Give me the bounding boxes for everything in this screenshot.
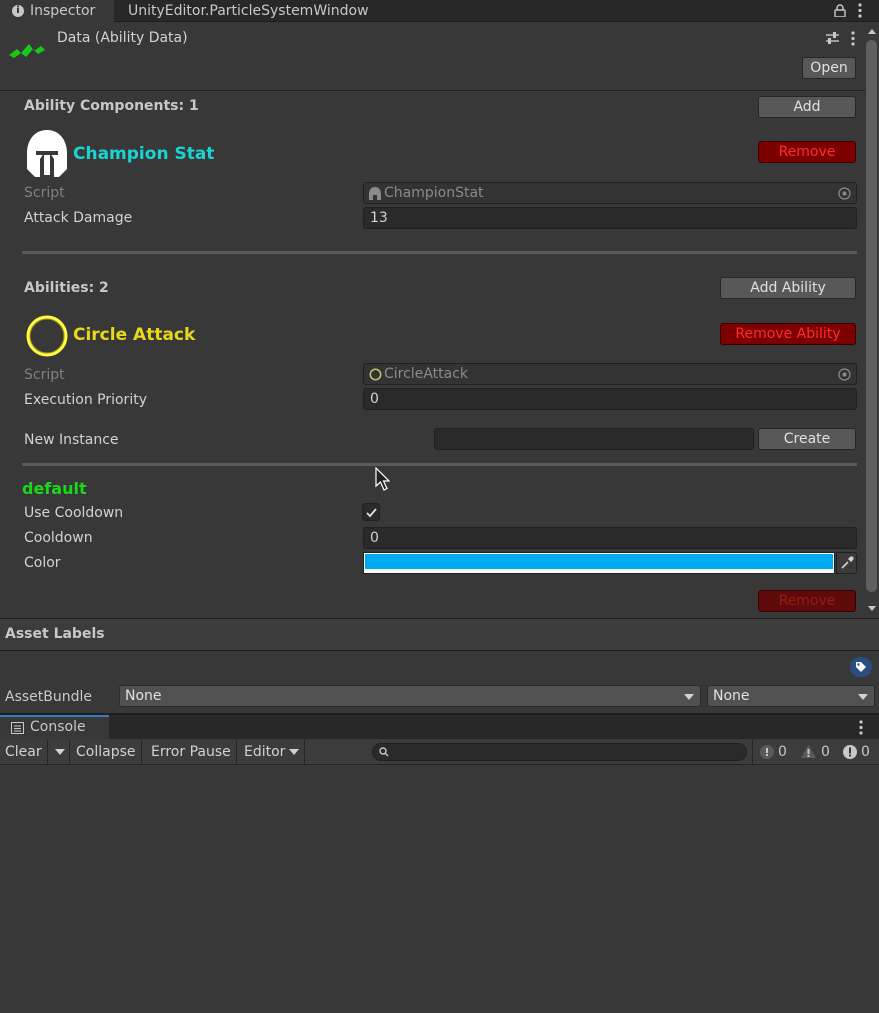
tab-particle-system-window[interactable]: UnityEditor.ParticleSystemWindow bbox=[128, 0, 378, 22]
eyedropper-button[interactable] bbox=[836, 552, 857, 574]
open-button[interactable]: Open bbox=[802, 57, 856, 79]
error-icon bbox=[843, 745, 857, 759]
info-count: 0 bbox=[778, 744, 787, 760]
ability-name: Circle Attack bbox=[73, 325, 196, 345]
console-search-input[interactable] bbox=[372, 743, 747, 761]
tab-inspector-label: Inspector bbox=[30, 3, 96, 19]
ability-script-label: Script bbox=[24, 367, 65, 383]
info-toggle[interactable]: 0 bbox=[752, 740, 792, 764]
kebab-menu-icon[interactable] bbox=[851, 31, 855, 46]
chevron-down-icon bbox=[55, 749, 65, 755]
execution-priority-label: Execution Priority bbox=[24, 392, 147, 408]
tab-console[interactable]: Console bbox=[0, 715, 109, 739]
console-icon bbox=[11, 722, 24, 734]
remove-ability-button[interactable]: Remove Ability bbox=[720, 323, 856, 345]
asset-labels-header[interactable] bbox=[0, 619, 879, 650]
asset-labels-header-divider bbox=[0, 650, 879, 651]
component-script-label: Script bbox=[24, 185, 65, 201]
info-icon: i bbox=[12, 5, 24, 17]
ability-data-icon bbox=[9, 44, 45, 58]
chevron-down-icon bbox=[289, 749, 299, 755]
add-ability-button[interactable]: Add Ability bbox=[720, 277, 856, 299]
scroll-up-icon[interactable] bbox=[867, 27, 877, 35]
warning-toggle[interactable]: 0 bbox=[794, 740, 834, 764]
inspector-tab-bar: i Inspector UnityEditor.ParticleSystemWi… bbox=[0, 0, 879, 22]
console-tab-label: Console bbox=[30, 719, 86, 735]
component-script-field[interactable]: ChampionStat bbox=[363, 182, 857, 204]
error-count: 0 bbox=[861, 744, 870, 760]
warning-count: 0 bbox=[821, 744, 830, 760]
abilities-heading: Abilities: 2 bbox=[24, 280, 109, 296]
header-divider bbox=[0, 90, 865, 91]
color-label: Color bbox=[24, 555, 61, 571]
mouse-cursor-icon bbox=[375, 467, 390, 491]
scrollbar-thumb[interactable] bbox=[866, 40, 877, 592]
collapse-button[interactable]: Collapse bbox=[71, 740, 142, 764]
editor-label: Editor bbox=[244, 744, 286, 760]
attack-damage-label: Attack Damage bbox=[24, 210, 133, 226]
tab-inspector[interactable]: i Inspector bbox=[0, 0, 114, 22]
section-separator bbox=[22, 251, 857, 254]
clear-options-button[interactable] bbox=[50, 740, 70, 764]
assetbundle-dropdown[interactable]: None bbox=[119, 685, 701, 707]
kebab-menu-icon[interactable] bbox=[859, 720, 863, 735]
new-instance-label: New Instance bbox=[24, 432, 119, 448]
lock-icon[interactable] bbox=[834, 4, 846, 17]
scroll-down-icon[interactable] bbox=[867, 605, 877, 613]
ring-icon bbox=[26, 315, 68, 357]
color-swatch bbox=[365, 554, 833, 569]
chevron-down-icon bbox=[858, 694, 868, 700]
tag-icon[interactable] bbox=[850, 657, 872, 677]
cooldown-field[interactable]: 0 bbox=[363, 527, 857, 549]
clear-button[interactable]: Clear bbox=[0, 740, 48, 764]
object-picker-icon[interactable] bbox=[838, 187, 851, 200]
chevron-down-icon bbox=[684, 694, 694, 700]
helmet-icon bbox=[27, 130, 67, 177]
add-component-button[interactable]: Add bbox=[758, 96, 856, 118]
ability-components-heading: Ability Components: 1 bbox=[24, 98, 199, 114]
object-picker-icon[interactable] bbox=[838, 368, 851, 381]
console-tab-bar bbox=[0, 715, 879, 739]
execution-priority-field[interactable]: 0 bbox=[363, 388, 857, 410]
assetbundle-variant-dropdown[interactable]: None bbox=[707, 685, 875, 707]
eyedropper-icon bbox=[841, 556, 854, 569]
warning-icon bbox=[801, 745, 816, 758]
assetbundle-value: None bbox=[125, 688, 162, 704]
info-icon bbox=[760, 745, 774, 759]
tab-particle-label: UnityEditor.ParticleSystemWindow bbox=[128, 3, 369, 19]
use-cooldown-checkbox[interactable] bbox=[362, 503, 380, 521]
color-field[interactable] bbox=[363, 552, 835, 574]
ring-icon bbox=[369, 368, 382, 381]
helmet-icon bbox=[369, 187, 381, 200]
remove-component-button[interactable]: Remove bbox=[758, 141, 856, 163]
default-heading: default bbox=[22, 479, 87, 498]
settings-sliders-icon[interactable] bbox=[825, 31, 840, 45]
kebab-menu-icon[interactable] bbox=[858, 3, 862, 18]
asset-labels-heading: Asset Labels bbox=[5, 626, 105, 642]
inspector-title: Data (Ability Data) bbox=[57, 30, 188, 46]
assetbundle-variant-value: None bbox=[713, 688, 750, 704]
search-icon bbox=[379, 747, 389, 757]
checkmark-icon bbox=[366, 508, 377, 518]
remove-default-button[interactable]: Remove bbox=[758, 590, 856, 612]
editor-dropdown[interactable]: Editor bbox=[239, 740, 305, 764]
section-separator bbox=[22, 463, 857, 466]
new-instance-field[interactable] bbox=[434, 428, 754, 450]
ability-script-field[interactable]: CircleAttack bbox=[363, 363, 857, 385]
ability-script-value: CircleAttack bbox=[384, 366, 469, 382]
cooldown-label: Cooldown bbox=[24, 530, 93, 546]
component-script-value: ChampionStat bbox=[384, 185, 484, 201]
assetbundle-label: AssetBundle bbox=[5, 689, 93, 705]
error-toggle[interactable]: 0 bbox=[836, 740, 879, 764]
error-pause-button[interactable]: Error Pause bbox=[146, 740, 237, 764]
use-cooldown-label: Use Cooldown bbox=[24, 505, 124, 521]
component-name: Champion Stat bbox=[73, 144, 215, 164]
create-button[interactable]: Create bbox=[758, 428, 856, 450]
attack-damage-field[interactable]: 13 bbox=[363, 207, 857, 229]
